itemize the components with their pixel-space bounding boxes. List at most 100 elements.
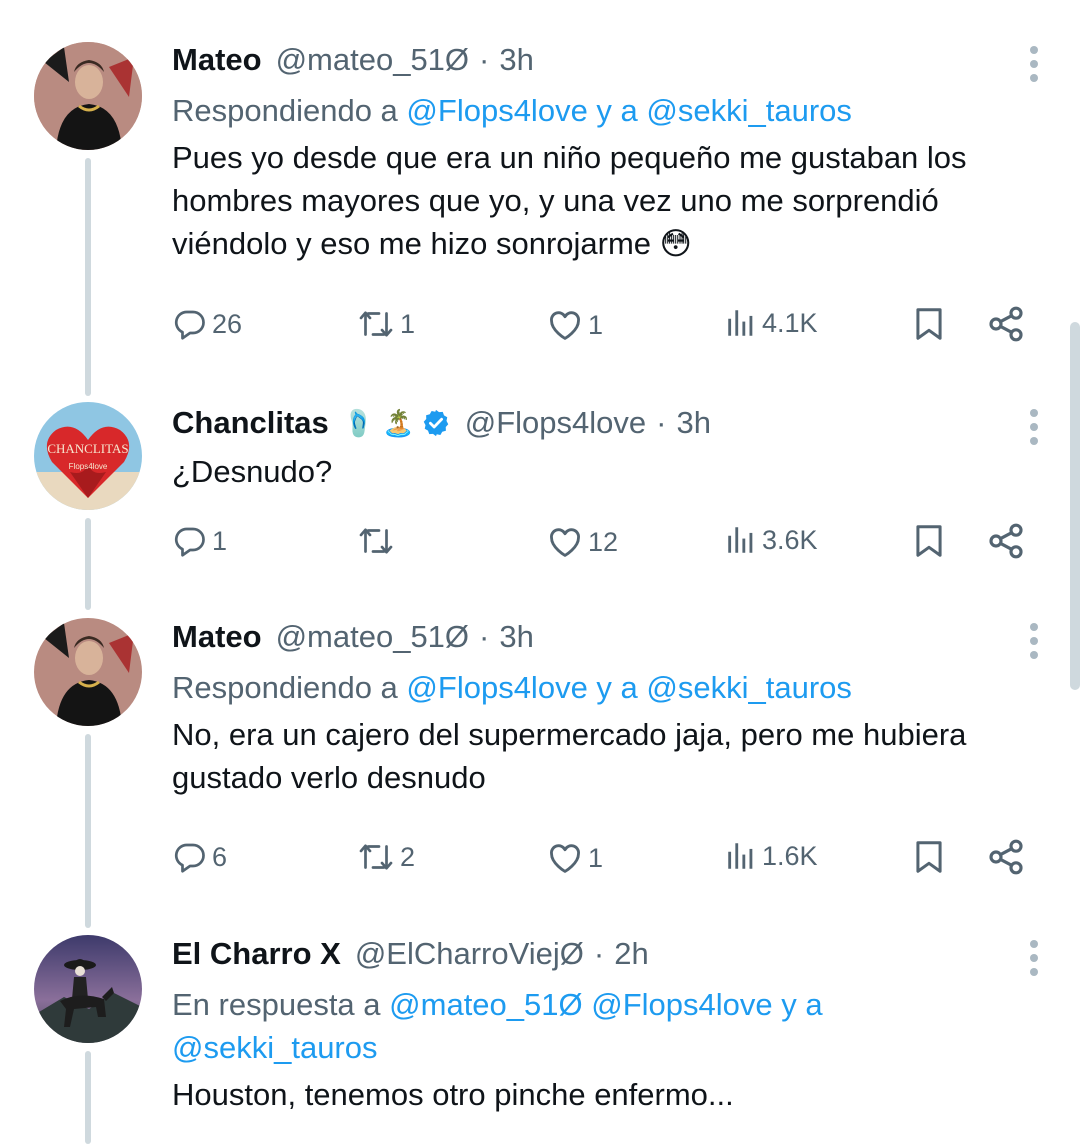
reply-context: En respuesta a @mateo_51Ø @Flops4love y … [172,983,1020,1069]
username[interactable]: @mateo_51Ø [276,619,469,655]
action-bar: 6 2 1 1.6K [172,833,1032,883]
share-button[interactable] [986,521,1026,561]
like-count: 12 [588,526,619,557]
views-icon [724,839,758,873]
views-count: 4.1K [762,307,818,338]
more-icon[interactable] [1028,46,1040,88]
reply-icon [172,306,208,342]
views-icon [724,306,758,340]
name-emojis: 🩴 🏝️ [342,407,415,438]
like-icon [546,839,584,877]
bookmark-button[interactable] [910,521,948,561]
timestamp[interactable]: 2h [614,936,648,972]
tweet-text: No, era un cajero del supermercado jaja,… [172,717,967,795]
tweet-content: El Charro X @ElCharroViejØ · 2h En respu… [172,931,1020,1116]
share-button[interactable] [986,837,1026,877]
share-icon [986,837,1026,877]
views-count: 1.6K [762,840,818,871]
reply-button[interactable]: 6 [172,839,227,875]
reply-mentions[interactable]: @mateo_51Ø @Flops4love y a [389,987,822,1022]
like-button[interactable]: 12 [546,523,618,561]
tweet-text: Houston, tenemos otro pinche enfermo... [172,1077,734,1112]
tweet-header: Mateo @mateo_51Ø · 3h [172,614,1020,660]
views-button[interactable]: 4.1K [724,306,818,340]
avatar[interactable]: CHANCLITAS Flops4love [34,402,142,510]
scrollbar[interactable] [1070,322,1080,690]
display-name[interactable]: Mateo [172,619,262,655]
reply-mentions[interactable]: @Flops4love y a @sekki_tauros [406,93,851,128]
like-button[interactable]: 1 [546,839,603,877]
views-count: 3.6K [762,524,818,555]
share-icon [986,304,1026,344]
tweet-content: Mateo @mateo_51Ø · 3h Respondiendo a @Fl… [172,37,1020,265]
retweet-count: 1 [400,308,416,339]
tweet-header: Mateo @mateo_51Ø · 3h [172,37,1020,83]
bookmark-button[interactable] [910,304,948,344]
timestamp[interactable]: 3h [499,42,533,78]
retweet-button[interactable] [356,523,400,559]
like-count: 1 [588,309,604,340]
more-icon[interactable] [1028,623,1040,665]
username[interactable]: @Flops4love [465,405,646,441]
tweet-content: Mateo @mateo_51Ø · 3h Respondiendo a @Fl… [172,614,1020,799]
views-icon [724,523,758,557]
reply-mentions[interactable]: @sekki_tauros [172,1030,378,1065]
separator: · [593,936,605,971]
bookmark-icon [910,304,948,344]
reply-count: 6 [212,841,228,872]
reply-prefix: En respuesta a [172,987,381,1022]
views-button[interactable]: 3.6K [724,523,818,557]
reply-button[interactable]: 1 [172,523,227,559]
reply-prefix: Respondiendo a [172,670,398,705]
avatar[interactable] [34,42,142,150]
tweet-header: Chanclitas 🩴 🏝️ @Flops4love · 3h [172,400,1020,446]
avatar-text: CHANCLITAS [47,441,128,456]
separator: · [479,42,490,77]
action-bar: 26 1 1 4.1K [172,300,1032,350]
share-icon [986,521,1026,561]
avatar[interactable] [34,935,142,1043]
display-name[interactable]: Chanclitas [172,405,329,441]
bookmark-button[interactable] [910,837,948,877]
timestamp[interactable]: 3h [499,619,533,655]
thread-line [85,518,91,610]
reply-count: 1 [212,525,228,556]
retweet-button[interactable]: 1 [356,306,415,342]
retweet-icon [356,306,396,342]
tweet-header: El Charro X @ElCharroViejØ · 2h [172,931,1020,977]
avatar[interactable] [34,618,142,726]
bookmark-icon [910,837,948,877]
retweet-icon [356,839,396,875]
like-icon [546,306,584,344]
separator: · [479,619,490,654]
reply-icon [172,523,208,559]
display-name[interactable]: El Charro X [172,936,341,972]
thread-line [85,734,91,928]
separator: · [656,405,667,440]
username[interactable]: @mateo_51Ø [276,42,469,78]
display-name[interactable]: Mateo [172,42,262,78]
tweet-text: ¿Desnudo? [172,454,333,489]
reply-button[interactable]: 26 [172,306,242,342]
reply-icon [172,839,208,875]
reply-mentions[interactable]: @Flops4love y a @sekki_tauros [406,670,851,705]
like-button[interactable]: 1 [546,306,603,344]
reply-context: Respondiendo a @Flops4love y a @sekki_ta… [172,89,1020,132]
thread-line [85,1051,91,1144]
verified-badge-icon[interactable] [421,408,451,438]
more-icon[interactable] [1028,409,1040,451]
retweet-button[interactable]: 2 [356,839,415,875]
like-count: 1 [588,842,604,873]
reply-count: 26 [212,308,243,339]
tweet-content: Chanclitas 🩴 🏝️ @Flops4love · 3h ¿Desnud… [172,400,1020,493]
avatar-subtext: Flops4love [69,462,108,471]
thread-line [85,158,91,396]
views-button[interactable]: 1.6K [724,839,818,873]
share-button[interactable] [986,304,1026,344]
timestamp[interactable]: 3h [676,405,710,441]
retweet-count: 2 [400,841,416,872]
more-icon[interactable] [1028,940,1040,982]
reply-context: Respondiendo a @Flops4love y a @sekki_ta… [172,666,1020,709]
retweet-icon [356,523,396,559]
username[interactable]: @ElCharroViejØ [355,936,584,972]
